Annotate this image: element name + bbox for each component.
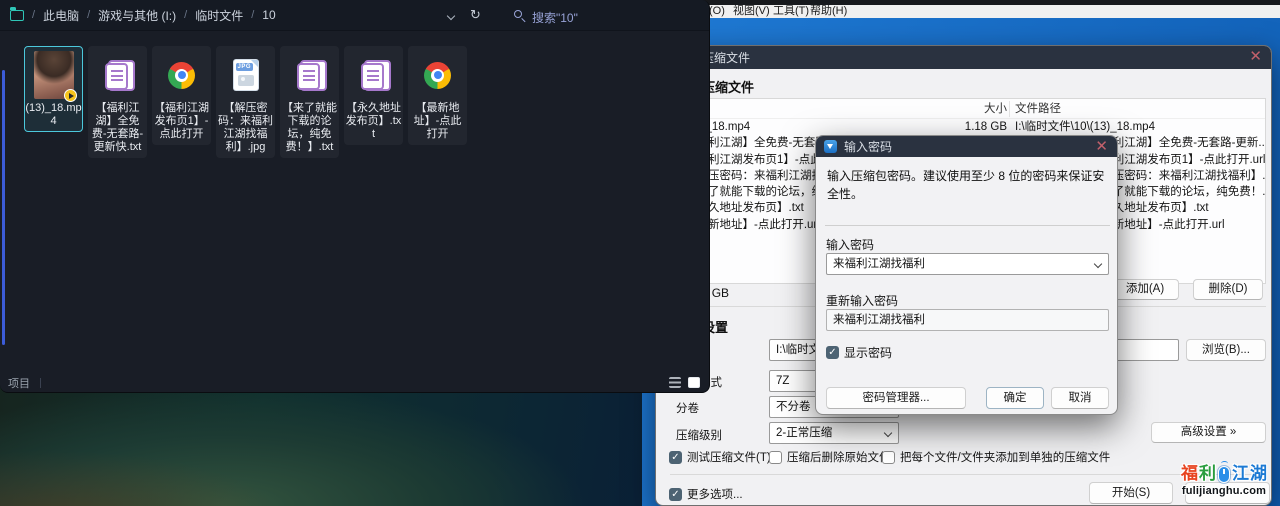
add-button[interactable]: 添加(A) <box>1111 279 1179 300</box>
advanced-settings-button[interactable]: 高级设置 » <box>1151 422 1266 443</box>
password-hint-text: 输入压缩包密码。建议使用至少 8 位的密码来保证安全性。 <box>827 167 1109 203</box>
table-row[interactable]: (13)_18.mp4 1.18 GB I:\临时文件\10\(13)_18.m… <box>677 119 1265 135</box>
text-file-icon <box>361 60 387 90</box>
items-count-label: 项目 <box>8 375 30 391</box>
column-divider <box>1009 101 1010 117</box>
start-button[interactable]: 开始(S) <box>1089 482 1173 504</box>
breadcrumb-current-folder[interactable]: 10 <box>262 8 275 22</box>
checkbox-unchecked-icon <box>882 451 895 464</box>
close-icon[interactable]: ✕ <box>1095 139 1108 155</box>
video-thumbnail <box>34 51 74 99</box>
file-label: 【福利江湖】全免费-无套路-更新快.txt <box>89 102 146 154</box>
file-tile-url[interactable]: 【福利江湖发布页1】-点此打开 <box>152 46 211 145</box>
password-dialog-titlebar[interactable]: 输入密码 ✕ <box>816 136 1117 157</box>
file-tile-jpg[interactable]: JPG 【解压密码：来福利江湖找福利】.jpg <box>216 46 275 158</box>
mouse-icon <box>1218 466 1230 483</box>
list-view-icon[interactable] <box>669 377 681 388</box>
enter-password-label: 输入密码 <box>826 236 874 253</box>
browse-button[interactable]: 浏览(B)... <box>1186 339 1266 361</box>
checkbox-unchecked-icon <box>769 451 782 464</box>
file-grid: (13)_18.mp4 【福利江湖】全免费-无套路-更新快.txt 【福利江湖发… <box>24 46 467 158</box>
chevron-down-icon[interactable] <box>447 12 455 20</box>
bandizip-app-icon <box>824 140 837 153</box>
breadcrumb-this-pc[interactable]: 此电脑 <box>43 7 79 24</box>
level-select[interactable]: 2-正常压缩 <box>769 422 899 444</box>
desktop-wallpaper <box>0 380 642 506</box>
file-explorer-window: / 此电脑 / 游戏与其他 (I:) / 临时文件 / 10 ↻ 搜索"10" … <box>0 0 710 393</box>
breadcrumb-temp-folder[interactable]: 临时文件 <box>195 7 243 24</box>
enter-password-dialog: 输入密码 ✕ 输入压缩包密码。建议使用至少 8 位的密码来保证安全性。 输入密码… <box>815 135 1118 415</box>
text-file-icon <box>105 60 131 90</box>
column-size[interactable]: 大小 <box>929 99 1007 119</box>
bandizip-menubar: 选项(O) 视图(V) 工具(T) 帮助(H) <box>640 5 1280 18</box>
file-tile-txt[interactable]: 【永久地址发布页】.txt <box>344 46 403 145</box>
watermark-char: 湖 <box>1250 459 1267 484</box>
checkbox-delete-originals[interactable]: 压缩后删除原始文件 <box>769 449 891 465</box>
menu-help[interactable]: 帮助(H) <box>810 5 847 18</box>
explorer-address-bar: / 此电脑 / 游戏与其他 (I:) / 临时文件 / 10 ↻ 搜索"10" <box>0 0 709 31</box>
checkbox-checked-icon: ✓ <box>669 451 682 464</box>
column-path[interactable]: 文件路径 <box>1015 99 1061 119</box>
ok-button[interactable]: 确定 <box>986 387 1044 409</box>
file-label: 【最新地址】-点此打开 <box>409 102 466 141</box>
delete-button[interactable]: 删除(D) <box>1193 279 1263 300</box>
checkbox-separate-archives[interactable]: 把每个文件/文件夹添加到单独的压缩文件 <box>882 449 1110 465</box>
chevron-down-icon <box>1094 260 1102 268</box>
site-watermark: 福 利 江 湖 fulijianghu.com <box>1176 459 1272 497</box>
chrome-icon <box>424 62 451 89</box>
refresh-icon[interactable]: ↻ <box>470 7 481 23</box>
play-icon <box>64 89 77 102</box>
watermark-char: 江 <box>1232 459 1249 484</box>
folder-icon <box>10 10 24 21</box>
password-manager-button[interactable]: 密码管理器... <box>826 387 966 409</box>
file-tile-txt[interactable]: 【来了就能下载的论坛，纯免费！】.txt <box>280 46 339 158</box>
jpg-file-icon: JPG <box>234 60 258 90</box>
volume-label: 分卷 <box>676 400 699 416</box>
password-input[interactable]: 来福利江湖找福利 <box>826 253 1109 275</box>
text-file-icon <box>297 60 323 90</box>
checkbox-more-options[interactable]: ✓ 更多选项... <box>669 486 743 502</box>
checkbox-show-password[interactable]: ✓ 显示密码 <box>826 344 892 361</box>
scroll-accent-bar[interactable] <box>2 70 5 345</box>
thumbnail-view-icon[interactable] <box>688 377 700 388</box>
watermark-domain: fulijianghu.com <box>1176 485 1272 497</box>
search-icon[interactable] <box>514 10 522 18</box>
chrome-icon <box>168 62 195 89</box>
reenter-password-label: 重新输入密码 <box>826 292 898 309</box>
watermark-char: 利 <box>1199 459 1216 484</box>
image-placeholder-icon <box>238 75 254 86</box>
file-list-header: 大小 文件路径 <box>677 99 1265 119</box>
menu-tools[interactable]: 工具(T) <box>773 5 809 18</box>
chevron-down-icon <box>884 429 892 437</box>
file-label: 【福利江湖发布页1】-点此打开 <box>153 102 210 141</box>
checkbox-checked-icon: ✓ <box>826 346 839 359</box>
password-dialog-title: 输入密码 <box>844 138 892 155</box>
file-tile-txt[interactable]: 【福利江湖】全免费-无套路-更新快.txt <box>88 46 147 158</box>
checkbox-checked-icon: ✓ <box>669 488 682 501</box>
divider <box>670 474 1260 475</box>
divider <box>825 225 1110 226</box>
file-label: (13)_18.mp4 <box>25 102 82 128</box>
divider <box>40 378 41 388</box>
file-tile-video[interactable]: (13)_18.mp4 <box>24 46 83 132</box>
reenter-password-input[interactable]: 来福利江湖找福利 <box>826 309 1109 331</box>
level-label: 压缩级别 <box>676 427 722 443</box>
file-tile-url[interactable]: 【最新地址】-点此打开 <box>408 46 467 145</box>
file-label: 【解压密码：来福利江湖找福利】.jpg <box>217 102 274 154</box>
watermark-char: 福 <box>1181 459 1198 484</box>
file-label: 【永久地址发布页】.txt <box>345 102 402 141</box>
archive-dialog-titlebar[interactable]: 添加到压缩文件 ✕ <box>656 46 1271 69</box>
checkbox-test-archive[interactable]: ✓ 测试压缩文件(T) <box>669 449 771 465</box>
breadcrumb-drive[interactable]: 游戏与其他 (I:) <box>98 7 176 24</box>
cancel-button[interactable]: 取消 <box>1051 387 1109 409</box>
file-label: 【来了就能下载的论坛，纯免费！】.txt <box>281 102 338 154</box>
close-icon[interactable]: ✕ <box>1249 49 1262 65</box>
explorer-statusbar: 项目 <box>0 373 709 392</box>
search-input[interactable]: 搜索"10" <box>532 9 578 26</box>
menu-view[interactable]: 视图(V) <box>733 5 770 18</box>
